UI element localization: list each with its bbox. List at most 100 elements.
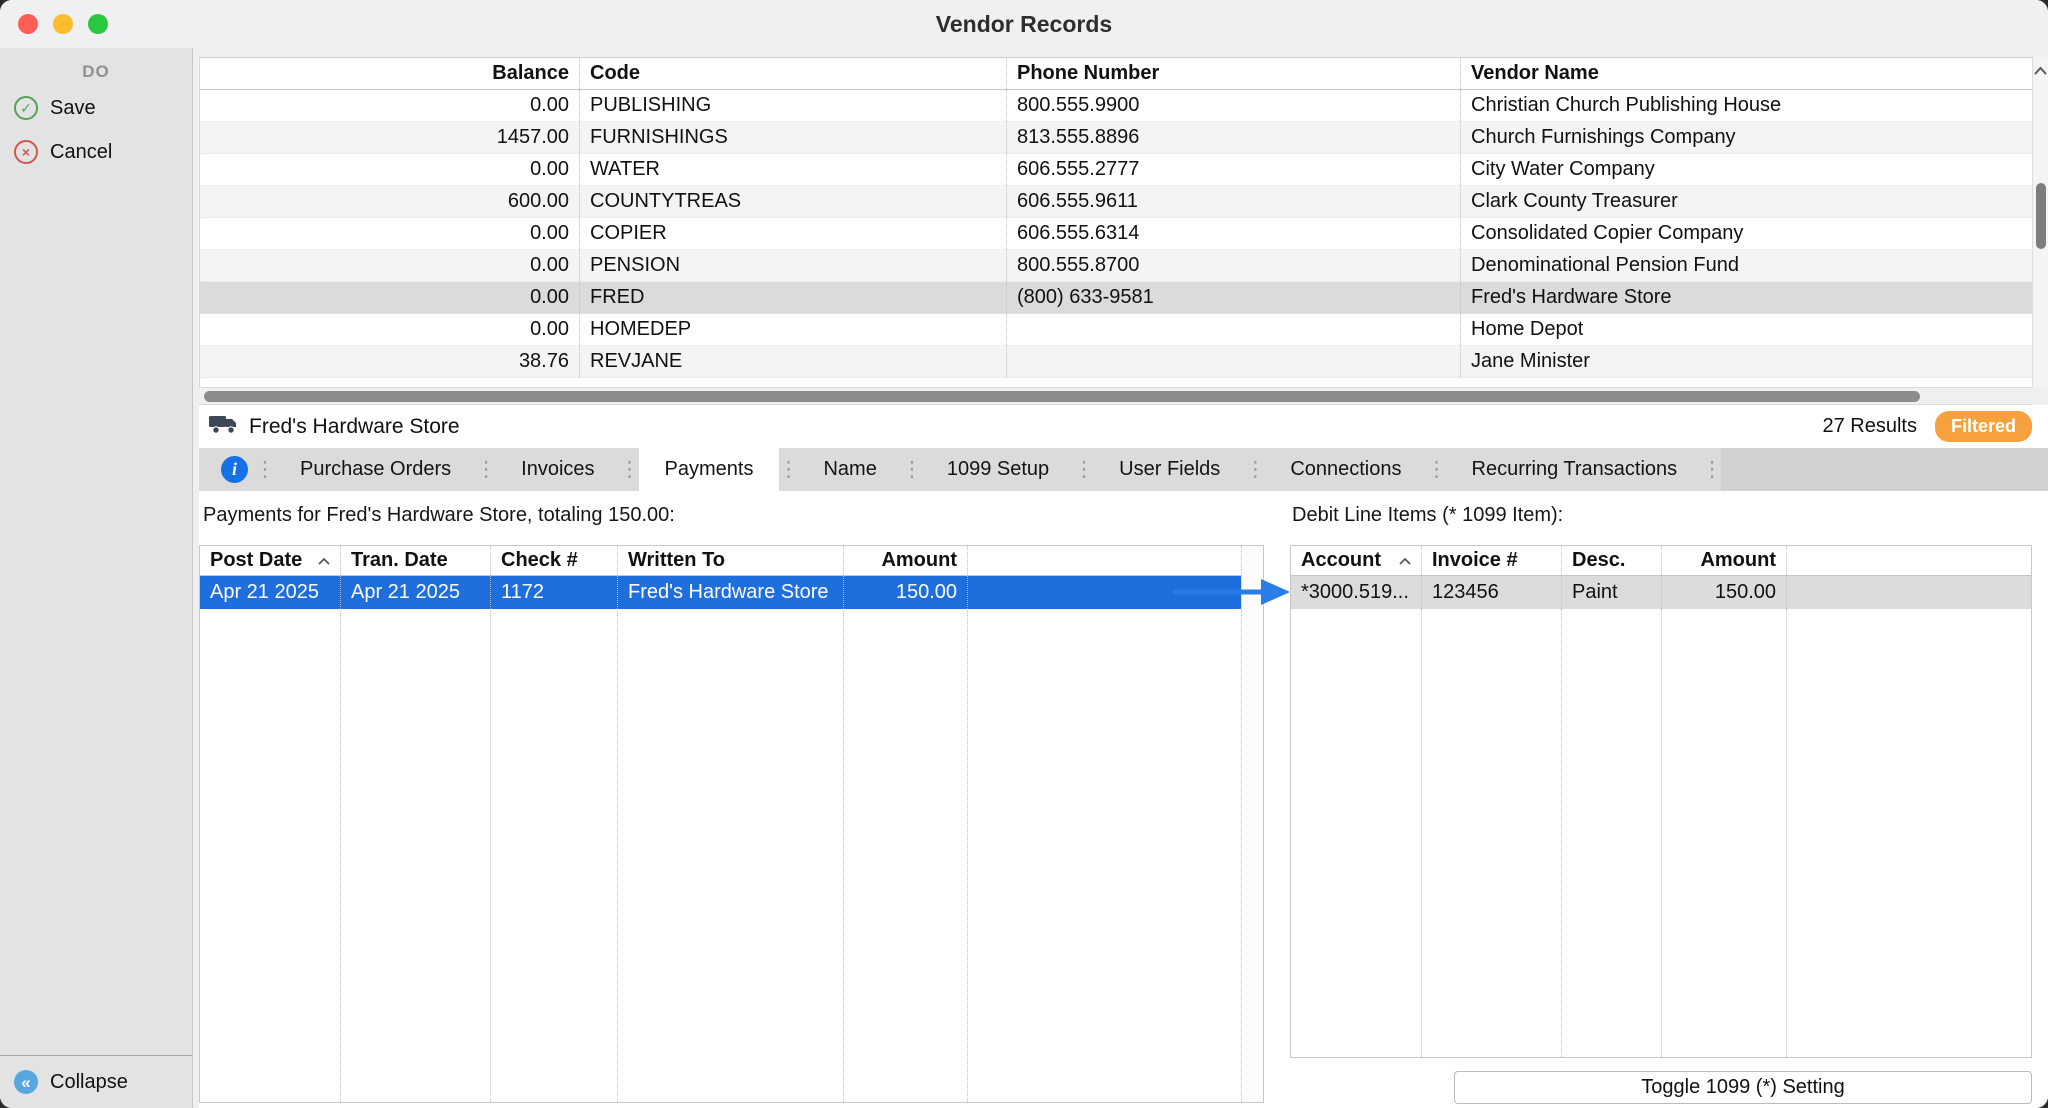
code-cell: FRED: [580, 282, 1007, 313]
scroll-up-icon[interactable]: [2034, 62, 2047, 80]
amount-column-header[interactable]: Amount: [1662, 546, 1787, 575]
code-cell: REVJANE: [580, 346, 1007, 377]
amount-column-header[interactable]: Amount: [844, 546, 968, 575]
titlebar: Vendor Records: [0, 0, 2048, 48]
vendor-table-horizontal-scrollbar[interactable]: [199, 387, 2032, 405]
column-label: Account: [1301, 546, 1381, 575]
debit-line-items-label: Debit Line Items (* 1099 Item):: [1292, 504, 1563, 527]
payments-content-pane: Payments for Fred's Hardware Store, tota…: [199, 491, 2048, 1108]
vertical-scrollbar-thumb[interactable]: [2036, 183, 2046, 249]
tab-recurring-transactions[interactable]: Recurring Transactions: [1446, 448, 1704, 491]
vendor-table: Balance Code Phone Number Vendor Name 0.…: [199, 57, 2032, 387]
tab-drag-handle-icon: ⋮: [256, 448, 274, 491]
balance-cell: 38.76: [200, 346, 580, 377]
invoice-column-header[interactable]: Invoice #: [1422, 546, 1562, 575]
vendor-row[interactable]: 0.00 HOMEDEP Home Depot: [200, 314, 2032, 346]
amount-cell: 150.00: [844, 576, 968, 609]
info-icon[interactable]: i: [221, 456, 248, 483]
cancel-button[interactable]: × Cancel: [0, 134, 192, 170]
vendor-name-cell: Home Depot: [1461, 314, 2032, 345]
vendor-row[interactable]: 0.00 COPIER 606.555.6314 Consolidated Co…: [200, 218, 2032, 250]
balance-cell: 0.00: [200, 218, 580, 249]
payments-table: Post Date Tran. Date Check # Written To …: [199, 545, 1264, 1103]
tab-drag-handle-icon: ⋮: [1075, 448, 1093, 491]
payments-summary-label: Payments for Fred's Hardware Store, tota…: [203, 504, 675, 527]
code-column-header[interactable]: Code: [580, 58, 1007, 89]
tab-connections[interactable]: Connections: [1264, 448, 1427, 491]
vendor-row[interactable]: 1457.00 FURNISHINGS 813.555.8896 Church …: [200, 122, 2032, 154]
tran-date-column-header[interactable]: Tran. Date: [341, 546, 491, 575]
vendor-row[interactable]: 600.00 COUNTYTREAS 606.555.9611 Clark Co…: [200, 186, 2032, 218]
tab-name[interactable]: Name: [797, 448, 902, 491]
balance-cell: 0.00: [200, 90, 580, 121]
vendor-name-cell: Christian Church Publishing House: [1461, 90, 2032, 121]
invoice-cell: 123456: [1422, 576, 1562, 609]
phone-cell: [1007, 314, 1461, 345]
check-number-column-header[interactable]: Check #: [491, 546, 618, 575]
tab-purchase-orders[interactable]: Purchase Orders: [274, 448, 477, 491]
sidebar-section-label: DO: [0, 62, 192, 82]
phone-cell: 606.555.6314: [1007, 218, 1461, 249]
payment-row-selected[interactable]: Apr 21 2025 Apr 21 2025 1172 Fred's Hard…: [200, 576, 1241, 609]
tran-date-cell: Apr 21 2025: [341, 576, 491, 609]
post-date-column-header[interactable]: Post Date: [200, 546, 341, 575]
debit-table-empty-area: [1291, 609, 2031, 1057]
tab-bar-filler: [1721, 448, 2048, 491]
collapse-button-label: Collapse: [50, 1071, 128, 1094]
vendor-row[interactable]: 0.00 WATER 606.555.2777 City Water Compa…: [200, 154, 2032, 186]
horizontal-scrollbar-thumb[interactable]: [204, 391, 1920, 402]
code-cell: FURNISHINGS: [580, 122, 1007, 153]
desc-column-header[interactable]: Desc.: [1562, 546, 1662, 575]
written-to-column-header[interactable]: Written To: [618, 546, 844, 575]
phone-column-header[interactable]: Phone Number: [1007, 58, 1461, 89]
balance-column-header[interactable]: Balance: [200, 58, 580, 89]
toggle-1099-setting-button[interactable]: Toggle 1099 (*) Setting: [1454, 1071, 2032, 1104]
vendor-row[interactable]: 0.00 PUBLISHING 800.555.9900 Christian C…: [200, 90, 2032, 122]
collapse-button[interactable]: « Collapse: [0, 1064, 128, 1100]
save-button[interactable]: ✓ Save: [0, 90, 192, 126]
amount-cell: 150.00: [1662, 576, 1787, 609]
tab-drag-handle-icon: ⋮: [1428, 448, 1446, 491]
vendor-name-cell: Church Furnishings Company: [1461, 122, 2032, 153]
phone-cell: 606.555.9611: [1007, 186, 1461, 217]
tab-drag-handle-icon: ⋮: [903, 448, 921, 491]
vendor-row-selected[interactable]: 0.00 FRED (800) 633-9581 Fred's Hardware…: [200, 282, 2032, 314]
tab-payments[interactable]: Payments: [639, 448, 780, 491]
minimize-window-button[interactable]: [53, 14, 73, 34]
tab-invoices[interactable]: Invoices: [495, 448, 620, 491]
debit-row-selected[interactable]: *3000.519... 123456 Paint 150.00: [1291, 576, 2031, 609]
tab-drag-handle-icon: ⋮: [477, 448, 495, 491]
vendor-records-window: Vendor Records DO ✓ Save × Cancel « Coll…: [0, 0, 2048, 1108]
balance-cell: 0.00: [200, 154, 580, 185]
code-cell: WATER: [580, 154, 1007, 185]
sort-asc-icon: [1399, 557, 1411, 565]
vendor-name-column-header[interactable]: Vendor Name: [1461, 58, 2032, 89]
tab-1099-setup[interactable]: 1099 Setup: [921, 448, 1075, 491]
vendor-row[interactable]: 0.00 PENSION 800.555.8700 Denominational…: [200, 250, 2032, 282]
code-cell: PENSION: [580, 250, 1007, 281]
truck-icon: [209, 413, 239, 440]
code-cell: COUNTYTREAS: [580, 186, 1007, 217]
phone-cell: (800) 633-9581: [1007, 282, 1461, 313]
close-window-button[interactable]: [18, 14, 38, 34]
vendor-row[interactable]: 38.76 REVJANE Jane Minister: [200, 346, 2032, 378]
selected-vendor-name: Fred's Hardware Store: [249, 415, 460, 439]
vendor-name-cell: Jane Minister: [1461, 346, 2032, 377]
vendor-table-header: Balance Code Phone Number Vendor Name: [200, 58, 2032, 90]
account-column-header[interactable]: Account: [1291, 546, 1422, 575]
check-number-cell: 1172: [491, 576, 618, 609]
empty-column-header: [968, 546, 1241, 575]
vendor-table-vertical-scrollbar[interactable]: [2032, 57, 2048, 387]
vendor-name-cell: Consolidated Copier Company: [1461, 218, 2032, 249]
payments-table-scrollbar-gutter[interactable]: [1241, 546, 1263, 1102]
debit-line-items-table: Account Invoice # Desc. Amount *3000.519…: [1290, 545, 2032, 1058]
column-label: Post Date: [210, 546, 302, 575]
empty-cell: [1787, 576, 2031, 609]
filtered-badge[interactable]: Filtered: [1935, 411, 2032, 442]
results-count: 27 Results: [1822, 415, 1917, 438]
tab-user-fields[interactable]: User Fields: [1093, 448, 1246, 491]
zoom-window-button[interactable]: [88, 14, 108, 34]
save-check-icon: ✓: [14, 96, 38, 120]
sidebar: DO ✓ Save × Cancel « Collapse: [0, 48, 193, 1108]
sort-asc-icon: [318, 557, 330, 565]
